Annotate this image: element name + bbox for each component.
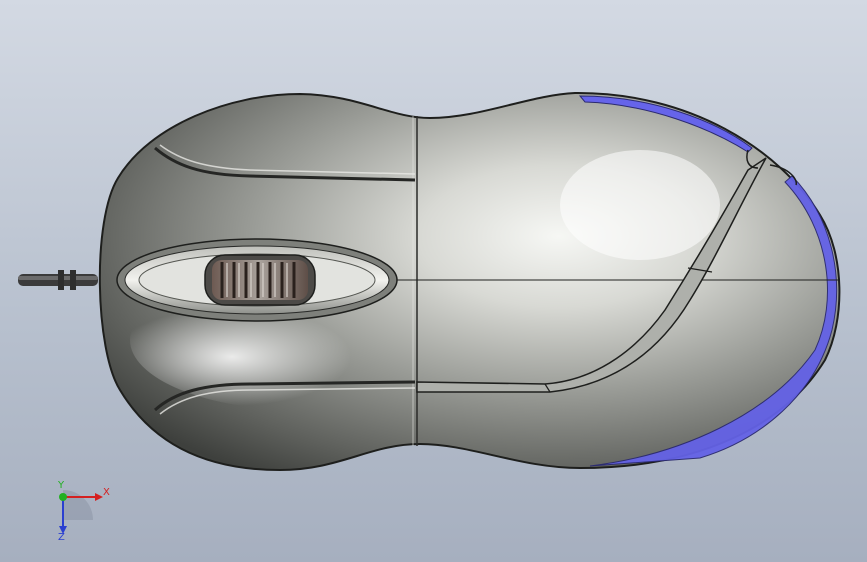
scroll-wheel[interactable]: [204, 254, 316, 306]
graphics-viewport[interactable]: X Y Z: [0, 0, 867, 562]
coordinate-triad: X Y Z: [45, 480, 115, 550]
cable: [18, 270, 98, 290]
mouse-model[interactable]: [0, 0, 867, 562]
y-axis-label: Y: [58, 480, 65, 491]
x-axis-label: X: [103, 487, 110, 498]
z-axis-label: Z: [58, 532, 65, 543]
shell-highlight-right: [560, 150, 720, 260]
